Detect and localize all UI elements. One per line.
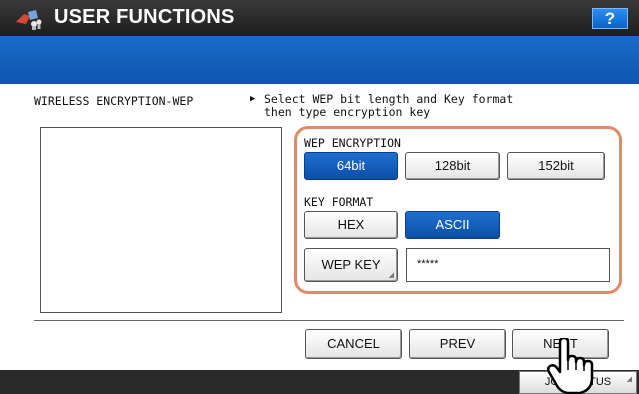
- wep-key-value: *****: [417, 258, 439, 270]
- cancel-button[interactable]: CANCEL: [305, 329, 402, 359]
- hand-pointer-icon: [546, 338, 594, 394]
- key-format-ascii-button[interactable]: ASCII: [405, 211, 500, 239]
- page-title: USER FUNCTIONS: [54, 6, 235, 28]
- info-panel: [40, 127, 282, 313]
- corner-triangle-icon: ◢: [388, 272, 394, 279]
- key-format-label: KEY FORMAT: [304, 195, 374, 209]
- corner-triangle-icon: ◢: [626, 376, 632, 383]
- wep-key-button-label: WEP KEY: [321, 257, 381, 272]
- section-label: WIRELESS ENCRYPTION-WEP: [34, 94, 194, 108]
- key-format-hex-button[interactable]: HEX: [304, 211, 398, 239]
- wep-encryption-label: WEP ENCRYPTION: [304, 136, 401, 150]
- user-functions-icon: [16, 10, 42, 30]
- wep-152bit-button[interactable]: 152bit: [507, 152, 605, 180]
- wep-key-field[interactable]: *****: [406, 248, 610, 282]
- wep-128bit-button[interactable]: 128bit: [405, 152, 500, 180]
- pointer-arrow-icon: ▶: [250, 94, 256, 104]
- instruction-text: ▶ Select WEP bit length and Key format t…: [250, 93, 513, 119]
- help-button[interactable]: ?: [592, 8, 628, 29]
- divider: [34, 320, 624, 321]
- prev-button[interactable]: PREV: [409, 329, 506, 359]
- instruction-label: Select WEP bit length and Key format the…: [264, 92, 514, 119]
- wep-key-button[interactable]: WEP KEY ◢: [304, 248, 398, 282]
- header-band: [0, 36, 639, 84]
- wep-64bit-button[interactable]: 64bit: [304, 152, 398, 180]
